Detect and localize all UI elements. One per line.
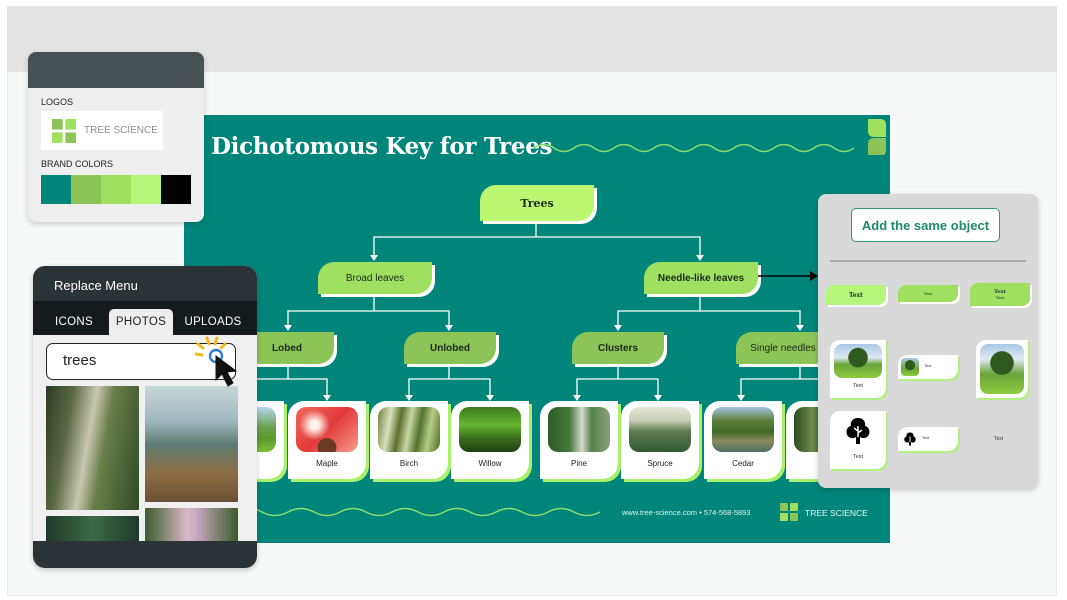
leaf-photo-birch <box>378 407 440 452</box>
node-broad-leaves[interactable]: Broad leaves <box>318 262 432 294</box>
footer-contact[interactable]: www.tree-science.com • 574-568-5893 <box>622 508 751 517</box>
leaf-card-maple[interactable]: Maple <box>288 401 366 479</box>
brand-logo[interactable]: TREE SCIENCE <box>41 111 163 150</box>
color-swatch[interactable] <box>161 175 191 204</box>
click-cursor-icon <box>194 336 238 387</box>
leaf-photo-willow <box>459 407 521 452</box>
brand-color-swatches <box>41 175 191 204</box>
color-swatch[interactable] <box>71 175 101 204</box>
divider <box>830 260 1026 262</box>
photo-result-mountain-pines[interactable] <box>145 386 238 502</box>
leaf-label: Pine <box>570 459 587 468</box>
link-arrow <box>758 271 818 281</box>
add-same-object-button[interactable]: Add the same object <box>851 208 1000 242</box>
logo-text: TREE SCIENCE <box>84 125 158 136</box>
tab-uploads[interactable]: UPLOADS <box>173 309 253 335</box>
variant-photo-card[interactable]: Text <box>830 340 886 398</box>
variant-text: Text <box>922 435 930 440</box>
leaf-label: Cedar <box>732 459 754 468</box>
leaf-card-pine[interactable]: Pine <box>540 401 618 479</box>
stage: Dichotomous Key for Trees Trees Broad le… <box>0 0 1067 600</box>
design-canvas[interactable]: Dichotomous Key for Trees Trees Broad le… <box>184 115 890 543</box>
variant-photo-only[interactable] <box>976 340 1028 398</box>
footer-brand[interactable]: TREE SCIENCE <box>805 508 868 518</box>
same-object-panel: Add the same object Text Text Text Text … <box>818 194 1038 488</box>
variant-icon-card[interactable]: Text <box>830 411 886 469</box>
variant-text-only[interactable]: Text <box>994 436 1003 442</box>
variant-text-node-two-line[interactable]: Text Text <box>970 283 1030 306</box>
variant-text: Text <box>852 454 864 460</box>
variant-photo <box>980 344 1024 394</box>
logos-label: LOGOS <box>41 97 74 107</box>
replace-menu-footer <box>33 541 257 568</box>
tree-icon <box>846 418 870 444</box>
node-clusters[interactable]: Clusters <box>572 332 664 364</box>
variant-text-node-small[interactable]: Text <box>898 285 958 302</box>
tab-icons[interactable]: ICONS <box>39 309 109 335</box>
leaf-photo-maple <box>296 407 358 452</box>
leaf-label: Willow <box>478 459 502 468</box>
variant-text-node-large[interactable]: Text <box>826 285 886 305</box>
variant-icon-inline[interactable]: Text <box>898 427 958 451</box>
variant-text: Text <box>924 363 932 368</box>
node-needle-like-leaves[interactable]: Needle-like leaves <box>644 262 758 294</box>
replace-menu-panel: Replace Menu ICONS PHOTOS UPLOADS trees <box>33 266 257 568</box>
tree-icon <box>904 432 916 446</box>
leaf-card-birch[interactable]: Birch <box>370 401 448 479</box>
leaf-photo-spruce <box>629 407 691 452</box>
replace-menu-title: Replace Menu <box>33 266 257 301</box>
brand-kit-panel: LOGOS TREE SCIENCE BRAND COLORS <box>28 52 204 222</box>
color-swatch[interactable] <box>131 175 161 204</box>
variant-photo <box>901 358 919 376</box>
leaf-label: Maple <box>316 459 338 468</box>
leaf-photo-pine <box>548 407 610 452</box>
footer-logo-icon <box>780 503 798 521</box>
search-value: trees <box>63 352 97 369</box>
replace-menu-tabs: ICONS PHOTOS UPLOADS <box>33 301 257 335</box>
brand-kit-header <box>28 52 204 88</box>
variant-text: Text <box>852 383 864 389</box>
color-swatch[interactable] <box>101 175 131 204</box>
tab-photos[interactable]: PHOTOS <box>109 309 173 335</box>
node-trees[interactable]: Trees <box>480 185 594 221</box>
leaf-label: Birch <box>399 459 419 468</box>
variant-photo-inline[interactable]: Text <box>898 355 958 379</box>
photo-result-forest-stream[interactable] <box>46 386 139 510</box>
leaf-card-spruce[interactable]: Spruce <box>621 401 699 479</box>
node-unlobed[interactable]: Unlobed <box>404 332 496 364</box>
leaf-photo-cedar <box>712 407 774 452</box>
color-swatch[interactable] <box>41 175 71 204</box>
node-single-needles[interactable]: Single needles <box>736 332 830 364</box>
leaf-card-willow[interactable]: Willow <box>451 401 529 479</box>
tree-science-logo-icon <box>52 118 76 143</box>
leaf-card-cedar[interactable]: Cedar <box>704 401 782 479</box>
variant-photo <box>834 344 882 378</box>
leaf-label: Spruce <box>647 459 673 468</box>
brand-colors-label: BRAND COLORS <box>41 159 114 169</box>
